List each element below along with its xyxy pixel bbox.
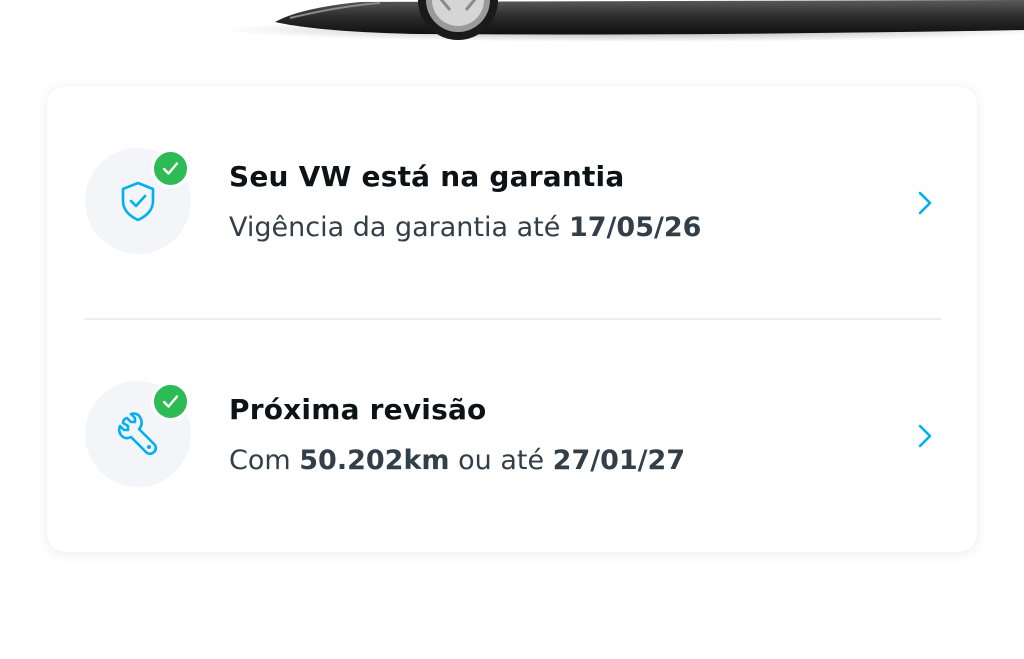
warranty-row[interactable]: Seu VW está na garantia Vigência da gara… bbox=[47, 86, 977, 319]
revision-date: 27/01/27 bbox=[552, 445, 686, 476]
revision-title: Próxima revisão bbox=[229, 393, 487, 426]
warranty-date: 17/05/26 bbox=[568, 212, 702, 243]
revision-row[interactable]: Próxima revisão Com 50.202km ou até 27/0… bbox=[47, 319, 977, 552]
warranty-title: Seu VW está na garantia bbox=[229, 160, 625, 193]
revision-icon-container bbox=[85, 381, 191, 487]
revision-subtitle: Com 50.202km ou até 27/01/27 bbox=[229, 445, 685, 476]
warranty-icon-container bbox=[85, 148, 191, 254]
revision-subtitle-middle: ou até bbox=[449, 445, 553, 476]
vehicle-status-card: Seu VW está na garantia Vigência da gara… bbox=[47, 86, 977, 552]
chevron-right-icon[interactable] bbox=[915, 422, 935, 450]
warranty-subtitle-prefix: Vigência da garantia até bbox=[229, 212, 569, 243]
warranty-subtitle: Vigência da garantia até 17/05/26 bbox=[229, 212, 701, 243]
screen: Seu VW está na garantia Vigência da gara… bbox=[0, 0, 1024, 659]
revision-km: 50.202km bbox=[299, 445, 450, 476]
car-image bbox=[220, 0, 1024, 42]
check-badge-icon bbox=[151, 382, 190, 421]
check-badge-icon bbox=[151, 149, 190, 188]
chevron-right-icon[interactable] bbox=[915, 189, 935, 217]
revision-subtitle-prefix: Com bbox=[229, 445, 300, 476]
